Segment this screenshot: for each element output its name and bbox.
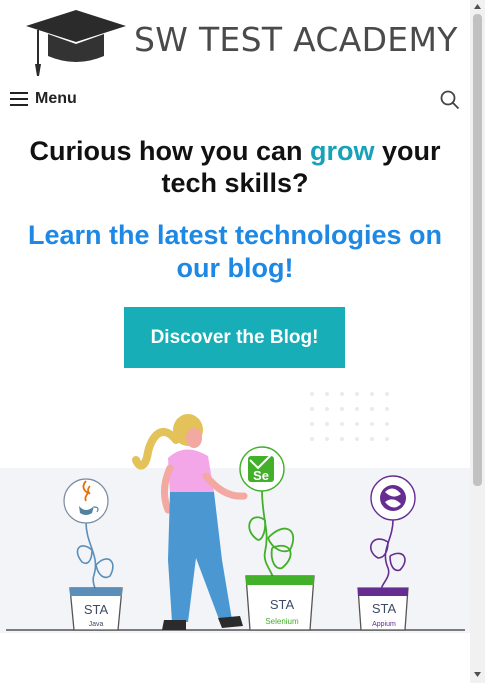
search-button[interactable] [440, 90, 460, 114]
menu-button[interactable]: Menu [10, 90, 77, 108]
discover-blog-button[interactable]: Discover the Blog! [124, 307, 345, 368]
selenium-icon: Se [248, 453, 274, 483]
menu-label: Menu [35, 90, 77, 107]
appium-icon [380, 485, 406, 511]
hero-subline[interactable]: Learn the latest technologies on our blo… [10, 219, 460, 285]
scrollbar-thumb[interactable] [473, 14, 482, 486]
dot-grid-decoration [310, 392, 389, 441]
woman-figure [132, 414, 248, 630]
pot-sublabel-appium: Appium [372, 621, 396, 628]
appium-plant: STA Appium [357, 475, 416, 631]
selenium-logo-text: Se [253, 468, 269, 483]
headline-accent: grow [310, 136, 375, 166]
site-header: SW TEST ACADEMY [0, 0, 470, 82]
hero-illustration: STA Java Se STA Selenium STA Appium [6, 392, 465, 631]
pot-label-appium: STA [372, 601, 397, 616]
pot-label-java: STA [84, 602, 109, 617]
site-title[interactable]: SW TEST ACADEMY [134, 20, 458, 59]
scroll-up-arrow-icon[interactable] [470, 0, 485, 14]
headline-part1: Curious how you can [29, 136, 310, 166]
nav-bar: Menu [0, 84, 470, 118]
scroll-down-arrow-icon[interactable] [470, 667, 485, 681]
selenium-plant: Se STA Selenium [239, 446, 315, 631]
hero-headline: Curious how you can grow your tech skill… [10, 135, 460, 199]
pot-label-selenium: STA [270, 597, 295, 612]
page-scrollbar[interactable] [470, 0, 485, 683]
java-plant: STA Java [63, 478, 123, 631]
pot-sublabel-java: Java [89, 621, 104, 628]
graduation-cap-icon[interactable] [26, 8, 126, 78]
pot-sublabel-selenium: Selenium [265, 617, 299, 626]
search-icon [440, 90, 460, 110]
hamburger-icon [10, 92, 28, 106]
